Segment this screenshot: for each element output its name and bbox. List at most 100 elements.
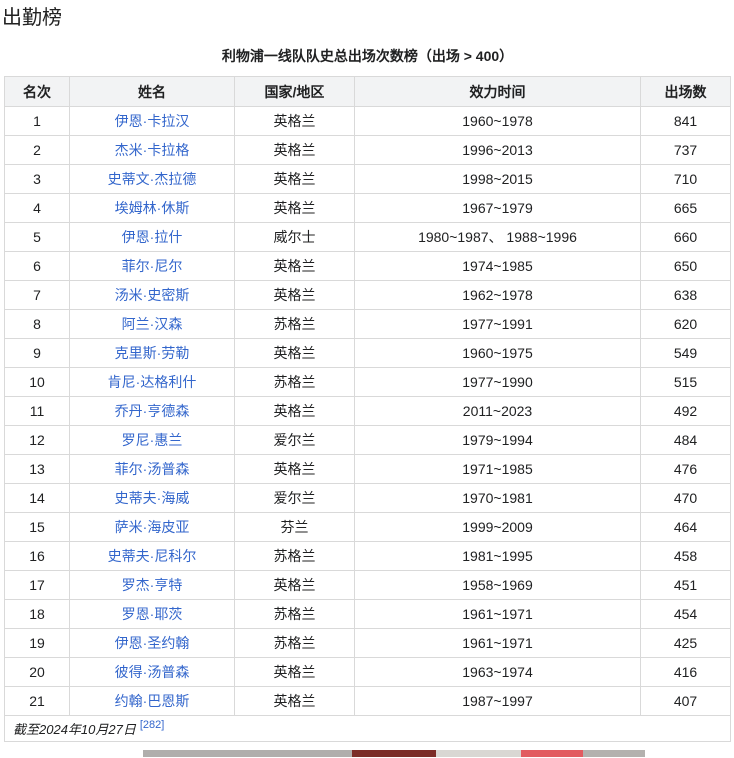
strip-segment (352, 750, 436, 757)
country-cell: 英格兰 (234, 657, 355, 687)
table-row: 4 埃姆林·休斯 英格兰 1967~1979 665 (4, 193, 731, 223)
appearances-cell: 620 (640, 309, 731, 339)
country-cell: 爱尔兰 (234, 425, 355, 455)
name-cell: 肯尼·达格利什 (69, 367, 235, 397)
rank-cell: 3 (4, 164, 70, 194)
player-link[interactable]: 史蒂文·杰拉德 (108, 171, 197, 187)
strip-segment (583, 750, 645, 757)
period-cell: 1963~1974 (354, 657, 641, 687)
player-link[interactable]: 史蒂夫·海威 (115, 490, 190, 506)
period-cell: 1981~1995 (354, 541, 641, 571)
appearances-cell: 470 (640, 483, 731, 513)
period-cell: 1996~2013 (354, 135, 641, 165)
table-row: 3 史蒂文·杰拉德 英格兰 1998~2015 710 (4, 164, 731, 194)
player-link[interactable]: 萨米·海皮亚 (115, 519, 190, 535)
player-link[interactable]: 肯尼·达格利什 (108, 374, 197, 390)
appearances-cell: 660 (640, 222, 731, 252)
appearances-cell: 407 (640, 686, 731, 716)
country-cell: 英格兰 (234, 570, 355, 600)
player-link[interactable]: 克里斯·劳勒 (115, 345, 190, 361)
player-link[interactable]: 史蒂夫·尼科尔 (108, 548, 197, 564)
player-link[interactable]: 彼得·汤普森 (115, 664, 190, 680)
country-cell: 苏格兰 (234, 599, 355, 629)
table-row: 19 伊恩·圣约翰 苏格兰 1961~1971 425 (4, 628, 731, 658)
column-header-rank: 名次 (4, 76, 70, 107)
table-row: 14 史蒂夫·海威 爱尔兰 1970~1981 470 (4, 483, 731, 513)
name-cell: 史蒂夫·海威 (69, 483, 235, 513)
reference-link[interactable]: [282] (140, 719, 164, 731)
player-link[interactable]: 伊恩·卡拉汉 (115, 113, 190, 129)
name-cell: 史蒂文·杰拉德 (69, 164, 235, 194)
strip-segment (521, 750, 583, 757)
appearances-cell: 425 (640, 628, 731, 658)
rank-cell: 6 (4, 251, 70, 281)
header-row: 名次 姓名 国家/地区 效力时间 出场数 (4, 76, 731, 107)
country-cell: 英格兰 (234, 164, 355, 194)
player-link[interactable]: 汤米·史密斯 (115, 287, 190, 303)
country-cell: 英格兰 (234, 251, 355, 281)
rank-cell: 20 (4, 657, 70, 687)
table-row: 18 罗恩·耶茨 苏格兰 1961~1971 454 (4, 599, 731, 629)
player-link[interactable]: 伊恩·圣约翰 (115, 635, 190, 651)
country-cell: 苏格兰 (234, 309, 355, 339)
player-link[interactable]: 杰米·卡拉格 (115, 142, 190, 158)
name-cell: 乔丹·亨德森 (69, 396, 235, 426)
country-cell: 英格兰 (234, 193, 355, 223)
country-cell: 芬兰 (234, 512, 355, 542)
appearances-cell: 464 (640, 512, 731, 542)
player-link[interactable]: 乔丹·亨德森 (115, 403, 190, 419)
name-cell: 克里斯·劳勒 (69, 338, 235, 368)
name-cell: 伊恩·拉什 (69, 222, 235, 252)
period-cell: 1980~1987、 1988~1996 (354, 222, 641, 252)
table-row: 20 彼得·汤普森 英格兰 1963~1974 416 (4, 657, 731, 687)
player-link[interactable]: 罗杰·亨特 (122, 577, 183, 593)
table-row: 2 杰米·卡拉格 英格兰 1996~2013 737 (4, 135, 731, 165)
name-cell: 杰米·卡拉格 (69, 135, 235, 165)
period-cell: 1970~1981 (354, 483, 641, 513)
rank-cell: 18 (4, 599, 70, 629)
table-row: 1 伊恩·卡拉汉 英格兰 1960~1978 841 (4, 106, 731, 136)
player-link[interactable]: 菲尔·尼尔 (122, 258, 183, 274)
appearances-cell: 416 (640, 657, 731, 687)
name-cell: 阿兰·汉森 (69, 309, 235, 339)
period-cell: 1960~1978 (354, 106, 641, 136)
player-link[interactable]: 埃姆林·休斯 (115, 200, 190, 216)
player-link[interactable]: 约翰·巴恩斯 (115, 693, 190, 709)
country-cell: 苏格兰 (234, 541, 355, 571)
player-link[interactable]: 菲尔·汤普森 (115, 461, 190, 477)
strip-segment (143, 750, 352, 757)
period-cell: 2011~2023 (354, 396, 641, 426)
appearances-cell: 710 (640, 164, 731, 194)
rank-cell: 1 (4, 106, 70, 136)
player-link[interactable]: 伊恩·拉什 (122, 229, 183, 245)
player-link[interactable]: 罗尼·惠兰 (122, 432, 183, 448)
table-row: 11 乔丹·亨德森 英格兰 2011~2023 492 (4, 396, 731, 426)
column-header-apps: 出场数 (640, 76, 731, 107)
period-cell: 1977~1990 (354, 367, 641, 397)
name-cell: 罗尼·惠兰 (69, 425, 235, 455)
name-cell: 汤米·史密斯 (69, 280, 235, 310)
rank-cell: 5 (4, 222, 70, 252)
rank-cell: 21 (4, 686, 70, 716)
country-cell: 威尔士 (234, 222, 355, 252)
rank-cell: 17 (4, 570, 70, 600)
footer-row: 截至2024年10月27日 [282] (4, 715, 731, 742)
appearances-cell: 476 (640, 454, 731, 484)
period-cell: 1971~1985 (354, 454, 641, 484)
name-cell: 萨米·海皮亚 (69, 512, 235, 542)
name-cell: 彼得·汤普森 (69, 657, 235, 687)
player-link[interactable]: 罗恩·耶茨 (122, 606, 183, 622)
rank-cell: 10 (4, 367, 70, 397)
rank-cell: 8 (4, 309, 70, 339)
player-link[interactable]: 阿兰·汉森 (122, 316, 183, 332)
period-cell: 1961~1971 (354, 599, 641, 629)
footer-cell: 截至2024年10月27日 [282] (4, 715, 731, 742)
appearances-cell: 515 (640, 367, 731, 397)
country-cell: 英格兰 (234, 106, 355, 136)
period-cell: 1960~1975 (354, 338, 641, 368)
table-row: 5 伊恩·拉什 威尔士 1980~1987、 1988~1996 660 (4, 222, 731, 252)
period-cell: 1958~1969 (354, 570, 641, 600)
appearances-cell: 638 (640, 280, 731, 310)
rank-cell: 13 (4, 454, 70, 484)
appearances-cell: 458 (640, 541, 731, 571)
